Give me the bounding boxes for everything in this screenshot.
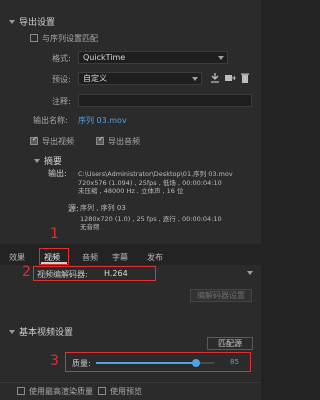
summary-output-label: 输出: [48,169,67,178]
save-preset-icon[interactable] [210,72,220,84]
export-settings-title: 导出设置 [19,18,56,28]
output-name-link[interactable]: 序列 03.mov [78,115,127,126]
tab-effects[interactable]: 效果 [9,252,25,263]
quality-slider-fill [96,362,197,364]
basic-video-collapse-triangle-icon[interactable] [9,330,15,334]
tab-publish[interactable]: 发布 [147,252,163,263]
export-video-checkbox[interactable] [30,135,38,145]
tab-audio[interactable]: 音频 [82,252,98,263]
use-preview-label: 使用预览 [110,387,142,396]
quality-slider-track[interactable] [96,359,214,367]
export-audio-checkbox[interactable] [96,135,104,145]
delete-preset-icon[interactable] [240,72,250,84]
chevron-down-icon [247,271,253,275]
tab-video-underline [41,262,67,264]
preset-value: 自定义 [83,74,107,83]
collapse-triangle-icon[interactable] [9,20,15,24]
preset-label: 预设: [52,75,71,84]
import-preset-icon[interactable] [224,72,236,84]
match-sequence-checkbox[interactable] [30,34,38,42]
format-value: QuickTime [83,53,126,62]
codec-select[interactable]: H.264 [100,268,256,279]
basic-video-title: 基本视频设置 [19,328,74,338]
match-sequence-label: 与序列设置匹配 [42,34,98,43]
summary-source-line2: 1280x720 (1.0) , 25 fps , 逐行 , 00:00:04:… [80,215,222,223]
comment-input[interactable] [78,94,252,107]
chevron-down-icon [192,77,198,81]
quality-label: 质量: [72,359,91,368]
summary-source-line3: 无音频 [80,223,100,231]
summary-title: 摘要 [44,157,63,167]
match-source-button[interactable]: 匹配源 [207,337,253,350]
use-preview-checkbox[interactable] [98,387,106,395]
output-name-label: 输出名称: [33,116,68,125]
codec-value: H.264 [104,269,128,278]
summary-output-line3: 未压缩 , 48000 Hz , 立体声 , 16 位 [78,187,184,195]
format-select[interactable]: QuickTime [78,51,228,64]
summary-source-line1: 序列 , 序列 03 [80,204,126,212]
max-render-checkbox[interactable] [17,387,25,395]
preset-select[interactable]: 自定义 [78,72,202,85]
codec-label: 视频编解码器: [37,270,88,279]
annotation-3: 3 [50,353,59,369]
export-video-label: 导出视频 [42,137,74,146]
annotation-2: 2 [22,264,31,280]
summary-collapse-triangle-icon[interactable] [34,159,40,163]
annotation-1: 1 [50,226,59,242]
format-label: 格式: [52,54,71,63]
footer-divider [0,382,261,383]
export-audio-label: 导出音频 [108,137,140,146]
quality-value[interactable]: 85 [230,358,239,366]
codec-settings-button[interactable]: 编解码器设置 [190,289,252,302]
max-render-label: 使用最高渲染质量 [29,387,93,396]
comment-label: 注释: [52,97,71,106]
tab-captions[interactable]: 字幕 [112,252,128,263]
summary-source-label: 源: [68,204,79,213]
chevron-down-icon [218,56,224,60]
